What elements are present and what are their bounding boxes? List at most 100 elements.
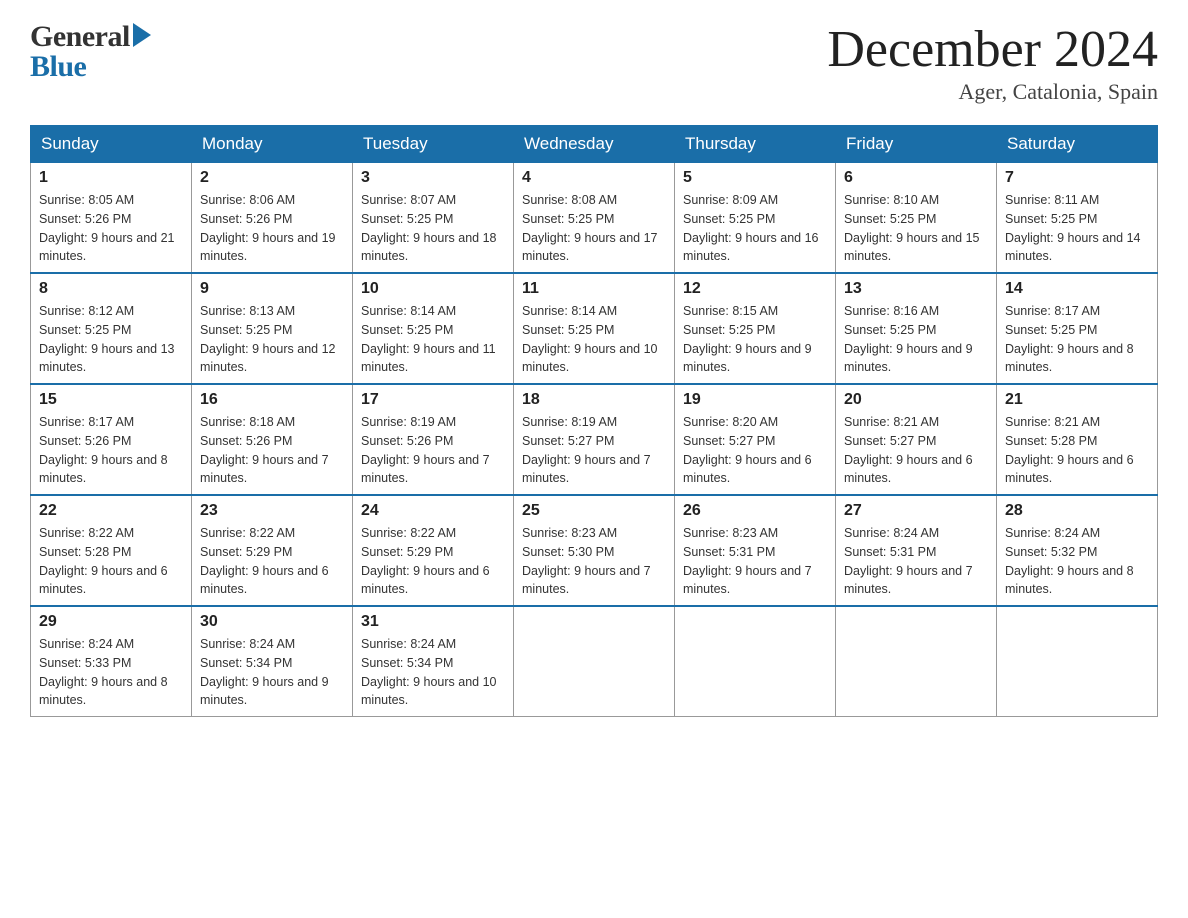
day-number: 9 <box>200 280 344 298</box>
day-number: 26 <box>683 502 827 520</box>
day-info: Sunrise: 8:11 AMSunset: 5:25 PMDaylight:… <box>1005 191 1149 266</box>
day-number: 5 <box>683 169 827 187</box>
day-info: Sunrise: 8:20 AMSunset: 5:27 PMDaylight:… <box>683 413 827 488</box>
day-info: Sunrise: 8:10 AMSunset: 5:25 PMDaylight:… <box>844 191 988 266</box>
table-row: 15 Sunrise: 8:17 AMSunset: 5:26 PMDayligh… <box>31 384 192 495</box>
day-info: Sunrise: 8:08 AMSunset: 5:25 PMDaylight:… <box>522 191 666 266</box>
table-row: 14 Sunrise: 8:17 AMSunset: 5:25 PMDayligh… <box>997 273 1158 384</box>
calendar-week-row: 15 Sunrise: 8:17 AMSunset: 5:26 PMDayligh… <box>31 384 1158 495</box>
table-row: 24 Sunrise: 8:22 AMSunset: 5:29 PMDayligh… <box>353 495 514 606</box>
table-row: 3 Sunrise: 8:07 AMSunset: 5:25 PMDaylight… <box>353 163 514 274</box>
day-number: 19 <box>683 391 827 409</box>
day-info: Sunrise: 8:16 AMSunset: 5:25 PMDaylight:… <box>844 302 988 377</box>
title-section: December 2024 Ager, Catalonia, Spain <box>827 20 1158 105</box>
day-info: Sunrise: 8:12 AMSunset: 5:25 PMDaylight:… <box>39 302 183 377</box>
table-row <box>675 606 836 717</box>
table-row: 30 Sunrise: 8:24 AMSunset: 5:34 PMDayligh… <box>192 606 353 717</box>
day-number: 4 <box>522 169 666 187</box>
calendar-week-row: 29Sunrise: 8:24 AMSunset: 5:33 PMDayligh… <box>31 606 1158 717</box>
day-number: 7 <box>1005 169 1149 187</box>
table-row: 9 Sunrise: 8:13 AMSunset: 5:25 PMDaylight… <box>192 273 353 384</box>
day-number: 1 <box>39 169 183 187</box>
day-number: 2 <box>200 169 344 187</box>
table-row: 6 Sunrise: 8:10 AMSunset: 5:25 PMDaylight… <box>836 163 997 274</box>
table-row: 7 Sunrise: 8:11 AMSunset: 5:25 PMDaylight… <box>997 163 1158 274</box>
day-number: 6 <box>844 169 988 187</box>
table-row <box>514 606 675 717</box>
day-info: Sunrise: 8:19 AMSunset: 5:27 PMDaylight:… <box>522 413 666 488</box>
table-row: 16Sunrise: 8:18 AMSunset: 5:26 PMDayligh… <box>192 384 353 495</box>
day-info: Sunrise: 8:23 AMSunset: 5:30 PMDaylight:… <box>522 524 666 599</box>
day-info: Sunrise: 8:24 AMSunset: 5:34 PMDaylight:… <box>200 635 344 710</box>
calendar-week-row: 8 Sunrise: 8:12 AMSunset: 5:25 PMDaylight… <box>31 273 1158 384</box>
day-number: 30 <box>200 613 344 631</box>
day-number: 31 <box>361 613 505 631</box>
day-info: Sunrise: 8:17 AMSunset: 5:25 PMDaylight:… <box>1005 302 1149 377</box>
page-header: General Blue December 2024 Ager, Catalon… <box>30 20 1158 105</box>
day-number: 3 <box>361 169 505 187</box>
table-row: 26Sunrise: 8:23 AMSunset: 5:31 PMDayligh… <box>675 495 836 606</box>
logo-blue: Blue <box>30 50 86 84</box>
logo: General Blue <box>30 20 151 84</box>
day-number: 24 <box>361 502 505 520</box>
table-row: 31 Sunrise: 8:24 AMSunset: 5:34 PMDayligh… <box>353 606 514 717</box>
table-row: 4 Sunrise: 8:08 AMSunset: 5:25 PMDaylight… <box>514 163 675 274</box>
day-info: Sunrise: 8:22 AMSunset: 5:28 PMDaylight:… <box>39 524 183 599</box>
day-number: 20 <box>844 391 988 409</box>
table-row: 17 Sunrise: 8:19 AMSunset: 5:26 PMDayligh… <box>353 384 514 495</box>
table-row: 27 Sunrise: 8:24 AMSunset: 5:31 PMDayligh… <box>836 495 997 606</box>
logo-arrow-icon <box>133 23 151 47</box>
col-saturday: Saturday <box>997 126 1158 163</box>
day-number: 17 <box>361 391 505 409</box>
calendar-week-row: 22Sunrise: 8:22 AMSunset: 5:28 PMDayligh… <box>31 495 1158 606</box>
day-number: 27 <box>844 502 988 520</box>
col-tuesday: Tuesday <box>353 126 514 163</box>
table-row: 13 Sunrise: 8:16 AMSunset: 5:25 PMDayligh… <box>836 273 997 384</box>
day-info: Sunrise: 8:24 AMSunset: 5:32 PMDaylight:… <box>1005 524 1149 599</box>
col-monday: Monday <box>192 126 353 163</box>
calendar-table: Sunday Monday Tuesday Wednesday Thursday… <box>30 125 1158 717</box>
day-info: Sunrise: 8:24 AMSunset: 5:31 PMDaylight:… <box>844 524 988 599</box>
table-row: 22Sunrise: 8:22 AMSunset: 5:28 PMDayligh… <box>31 495 192 606</box>
day-info: Sunrise: 8:22 AMSunset: 5:29 PMDaylight:… <box>361 524 505 599</box>
table-row: 23Sunrise: 8:22 AMSunset: 5:29 PMDayligh… <box>192 495 353 606</box>
day-number: 29 <box>39 613 183 631</box>
calendar-header-row: Sunday Monday Tuesday Wednesday Thursday… <box>31 126 1158 163</box>
calendar-week-row: 1 Sunrise: 8:05 AMSunset: 5:26 PMDaylight… <box>31 163 1158 274</box>
table-row: 20Sunrise: 8:21 AMSunset: 5:27 PMDayligh… <box>836 384 997 495</box>
table-row <box>836 606 997 717</box>
day-info: Sunrise: 8:14 AMSunset: 5:25 PMDaylight:… <box>361 302 505 377</box>
day-number: 15 <box>39 391 183 409</box>
table-row: 2Sunrise: 8:06 AMSunset: 5:26 PMDaylight… <box>192 163 353 274</box>
table-row: 25Sunrise: 8:23 AMSunset: 5:30 PMDayligh… <box>514 495 675 606</box>
logo-general: General <box>30 20 130 54</box>
day-info: Sunrise: 8:07 AMSunset: 5:25 PMDaylight:… <box>361 191 505 266</box>
day-number: 21 <box>1005 391 1149 409</box>
day-info: Sunrise: 8:24 AMSunset: 5:34 PMDaylight:… <box>361 635 505 710</box>
day-info: Sunrise: 8:15 AMSunset: 5:25 PMDaylight:… <box>683 302 827 377</box>
col-thursday: Thursday <box>675 126 836 163</box>
table-row: 8 Sunrise: 8:12 AMSunset: 5:25 PMDaylight… <box>31 273 192 384</box>
day-info: Sunrise: 8:13 AMSunset: 5:25 PMDaylight:… <box>200 302 344 377</box>
day-number: 8 <box>39 280 183 298</box>
month-year-title: December 2024 <box>827 20 1158 79</box>
table-row: 18Sunrise: 8:19 AMSunset: 5:27 PMDayligh… <box>514 384 675 495</box>
day-number: 13 <box>844 280 988 298</box>
table-row: 12 Sunrise: 8:15 AMSunset: 5:25 PMDayligh… <box>675 273 836 384</box>
day-number: 12 <box>683 280 827 298</box>
day-info: Sunrise: 8:22 AMSunset: 5:29 PMDaylight:… <box>200 524 344 599</box>
table-row: 1 Sunrise: 8:05 AMSunset: 5:26 PMDaylight… <box>31 163 192 274</box>
day-info: Sunrise: 8:09 AMSunset: 5:25 PMDaylight:… <box>683 191 827 266</box>
day-info: Sunrise: 8:17 AMSunset: 5:26 PMDaylight:… <box>39 413 183 488</box>
day-number: 28 <box>1005 502 1149 520</box>
day-number: 10 <box>361 280 505 298</box>
day-info: Sunrise: 8:18 AMSunset: 5:26 PMDaylight:… <box>200 413 344 488</box>
table-row: 11Sunrise: 8:14 AMSunset: 5:25 PMDayligh… <box>514 273 675 384</box>
table-row: 21 Sunrise: 8:21 AMSunset: 5:28 PMDayligh… <box>997 384 1158 495</box>
day-info: Sunrise: 8:05 AMSunset: 5:26 PMDaylight:… <box>39 191 183 266</box>
day-info: Sunrise: 8:21 AMSunset: 5:28 PMDaylight:… <box>1005 413 1149 488</box>
col-sunday: Sunday <box>31 126 192 163</box>
location-subtitle: Ager, Catalonia, Spain <box>827 79 1158 105</box>
day-info: Sunrise: 8:19 AMSunset: 5:26 PMDaylight:… <box>361 413 505 488</box>
day-number: 14 <box>1005 280 1149 298</box>
